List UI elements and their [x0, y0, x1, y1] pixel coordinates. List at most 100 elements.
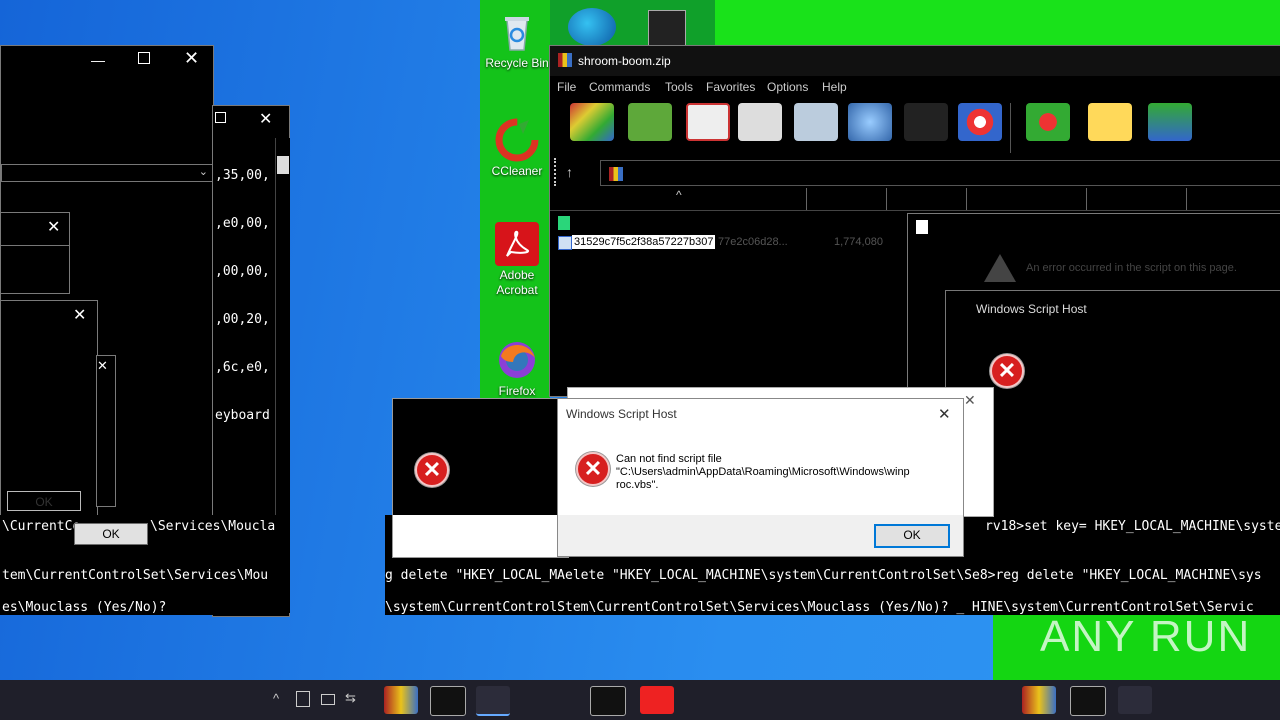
taskbar-cmd-3[interactable] — [1070, 686, 1106, 716]
toolbar-grip — [554, 158, 557, 186]
taskbar-app-2[interactable] — [640, 686, 674, 714]
taskbar-app[interactable] — [476, 686, 510, 716]
desktop-icon-ccleaner[interactable]: CCleaner — [482, 118, 552, 179]
column-divider[interactable] — [966, 188, 967, 210]
divider — [1, 245, 69, 246]
info-icon[interactable] — [958, 103, 1002, 141]
close-icon[interactable]: ✕ — [259, 109, 272, 129]
close-icon[interactable]: ✕ — [97, 358, 108, 374]
console-line: g delete "HKEY_LOCAL_MAelete "HKEY_LOCAL… — [385, 568, 1262, 583]
extract-to-icon[interactable] — [628, 103, 672, 141]
menu-favorites[interactable]: Favorites — [706, 80, 755, 94]
column-divider[interactable] — [1086, 188, 1087, 210]
up-arrow-icon[interactable]: ↑ — [566, 164, 573, 180]
console-line: \Services\Moucla — [150, 519, 276, 534]
dialog-title: Windows Script Host — [976, 302, 1087, 316]
taskbar-app-3[interactable] — [1118, 686, 1152, 714]
left-ok-button[interactable]: OK — [74, 523, 148, 545]
taskbar-winrar-2[interactable] — [1022, 686, 1056, 714]
folder-up-icon[interactable] — [558, 216, 570, 230]
comment-icon[interactable] — [1088, 103, 1132, 141]
maximize-icon[interactable] — [215, 112, 226, 123]
address-field[interactable]: ⌄ — [1, 164, 213, 182]
file-icon — [558, 236, 572, 250]
test-icon[interactable] — [686, 103, 730, 141]
maximize-icon[interactable] — [138, 52, 150, 64]
menu-tools[interactable]: Tools — [665, 80, 693, 94]
console-line: \CurrentCo — [2, 519, 81, 534]
adobe-acrobat-icon — [495, 222, 539, 266]
menu-bar: File Commands Tools Favorites Options He… — [550, 78, 1280, 98]
desktop-icon-label: Recycle Bin — [485, 56, 549, 70]
delete-icon[interactable] — [794, 103, 838, 141]
column-divider[interactable] — [806, 188, 807, 210]
desktop-icon-adobe-acrobat[interactable]: Adobe Acrobat — [482, 222, 552, 298]
ccleaner-icon — [495, 118, 539, 162]
edge-icon[interactable] — [568, 8, 616, 46]
hex-line: ,e0,00, — [215, 216, 270, 231]
menu-commands[interactable]: Commands — [589, 80, 650, 94]
taskbar-cmd[interactable] — [430, 686, 466, 716]
taskbar: ^ ⇆ — [0, 680, 1280, 720]
desktop-icon-label: CCleaner — [491, 164, 543, 178]
tray-display-icon[interactable] — [321, 694, 335, 705]
tray-icon[interactable] — [296, 691, 310, 707]
hex-line: ,00,20, — [215, 312, 270, 327]
hex-line: eyboard — [215, 408, 270, 423]
desktop-icon-recycle-bin[interactable]: Recycle Bin — [482, 10, 552, 71]
glitch-green-area-bright — [715, 0, 1280, 45]
file-size: 1,774,080 — [834, 236, 883, 248]
firefox-icon — [495, 338, 539, 382]
file-name-selected: 31529c7f5c2f38a57227b307 — [572, 235, 716, 249]
ghost-ok-button[interactable]: OK — [7, 491, 81, 511]
path-field[interactable] — [600, 160, 1280, 186]
menu-file[interactable]: File — [557, 80, 576, 94]
console-line: es\Mouclass (Yes/No)? — [2, 600, 167, 615]
desktop-icon-label: Firefox — [498, 384, 536, 398]
warning-icon — [984, 254, 1016, 282]
title-bar — [1, 46, 213, 76]
error-banner-text: An error occurred in the script on this … — [1026, 262, 1237, 274]
close-icon[interactable]: ✕ — [184, 48, 199, 69]
ok-button[interactable]: OK — [874, 524, 950, 548]
add-archive-icon[interactable] — [570, 103, 614, 141]
message-line: "C:\Users\admin\AppData\Roaming\Microsof… — [616, 466, 910, 478]
chevron-down-icon[interactable]: ⌄ — [199, 165, 208, 178]
virus-scan-icon[interactable] — [1026, 103, 1070, 141]
sfx-icon[interactable] — [1148, 103, 1192, 141]
view-icon[interactable] — [738, 103, 782, 141]
stacked-dialog-3: ✕ — [96, 355, 116, 507]
close-icon[interactable]: ✕ — [47, 217, 60, 237]
toolbar-divider — [1010, 103, 1011, 153]
tray-network-icon[interactable]: ⇆ — [345, 690, 356, 706]
close-icon[interactable]: ✕ — [73, 305, 86, 325]
taskbar-winrar[interactable] — [384, 686, 418, 714]
menu-options[interactable]: Options — [767, 80, 808, 94]
find-icon[interactable] — [848, 103, 892, 141]
scrollbar[interactable] — [275, 138, 290, 613]
column-divider[interactable] — [886, 188, 887, 210]
hex-line: ,6c,e0, — [215, 360, 270, 375]
dialog-title: Windows Script Host — [566, 407, 677, 421]
archive-icon — [609, 167, 623, 181]
desktop-icon-firefox[interactable]: Firefox — [482, 338, 552, 399]
sort-arrow-icon[interactable]: ^ — [676, 188, 682, 202]
file-name-rest: 77e2c06d28... — [718, 236, 788, 248]
dialog-footer — [393, 515, 568, 557]
minimize-icon[interactable]: — — [91, 52, 105, 68]
column-divider[interactable] — [1186, 188, 1187, 210]
hex-line: ,35,00, — [215, 168, 270, 183]
toolbar — [550, 98, 1280, 158]
taskbar-cmd-2[interactable] — [590, 686, 626, 716]
error-message: Can not find script file "C:\Users\admin… — [616, 453, 910, 492]
message-line: Can not find script file — [616, 453, 722, 465]
chevron-up-icon[interactable]: ^ — [273, 691, 279, 706]
stacked-dialog-2: ✕ OK — [0, 300, 98, 524]
document-icon[interactable] — [648, 10, 686, 48]
scrollbar-thumb[interactable] — [277, 156, 289, 174]
wizard-icon[interactable] — [904, 103, 948, 141]
desktop-icon-label: Adobe Acrobat — [496, 268, 538, 297]
menu-help[interactable]: Help — [822, 80, 847, 94]
close-icon[interactable]: ✕ — [964, 392, 976, 409]
close-icon[interactable]: ✕ — [938, 405, 951, 423]
